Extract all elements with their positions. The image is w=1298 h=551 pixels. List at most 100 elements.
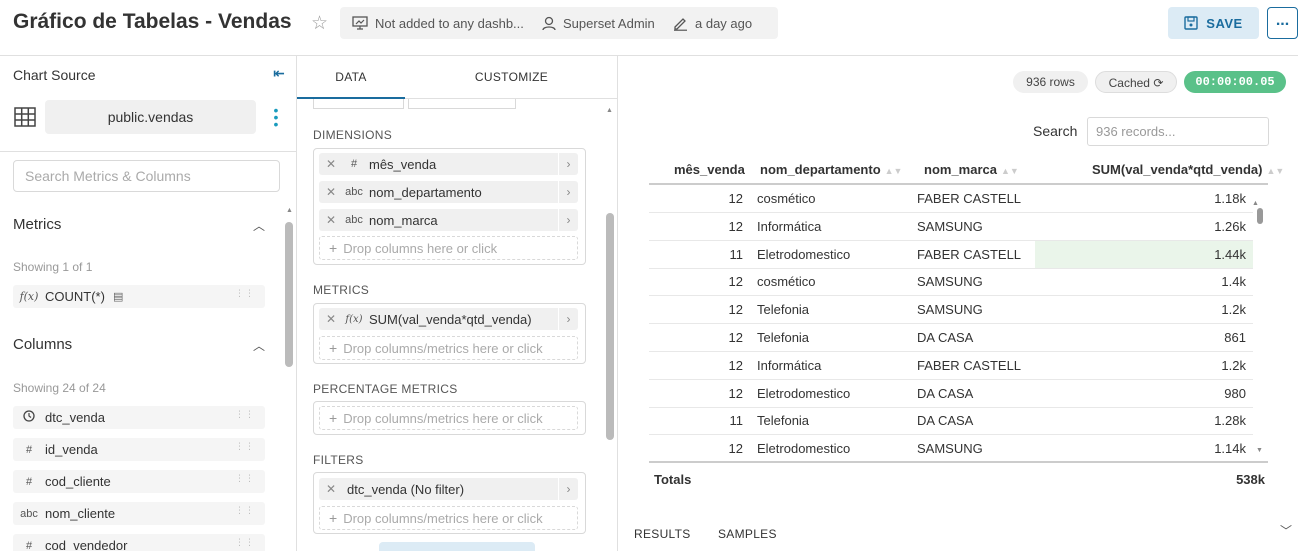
cell-marca: FABER CASTELL [917,191,1022,206]
col-header-marca[interactable]: nom_marca ▲▼ [924,162,1019,177]
favorite-star-icon[interactable]: ☆ [311,12,328,35]
drop-zone-text: Drop columns/metrics here or click [343,410,543,426]
numeric-type-icon: # [25,475,33,488]
collapsed-control [313,99,404,109]
cell-marca: DA CASA [917,385,974,401]
col-header-mes[interactable]: mês_venda [674,162,745,177]
remove-icon[interactable]: ✕ [319,312,343,326]
cell-sum: 1.28k [1214,413,1246,429]
owner-text: Superset Admin [563,15,655,31]
metric-item[interactable]: f(x) COUNT(*) ▤ ⋮⋮ [13,285,265,308]
cell-marca: DA CASA [917,413,974,429]
totals-label: Totals [654,472,692,487]
column-item[interactable]: # cod_vendedor ⋮⋮ [13,534,265,551]
drop-zone[interactable]: + Drop columns here or click [319,236,578,260]
cell-departamento: Telefonia [757,330,810,345]
col-header-departamento[interactable]: nom_departamento ▲▼ [760,162,902,177]
tab-samples[interactable]: SAMPLES [718,527,777,541]
cell-sum: 861 [1224,330,1246,345]
cell-mes: 12 [728,330,743,345]
scroll-up-icon[interactable]: ▲ [606,107,613,114]
column-item[interactable]: dtc_venda ⋮⋮ [13,406,265,429]
datasource-menu-icon[interactable]: • • • [272,103,280,131]
cell-sum: 1.14k [1214,441,1246,457]
column-item[interactable]: # cod_cliente ⋮⋮ [13,470,265,493]
drag-handle-icon[interactable]: ⋮⋮ [235,538,255,547]
cached-text: Cached [1108,76,1150,90]
filter-pill[interactable]: ✕ dtc_venda (No filter) › [319,478,578,500]
left-scrollbar[interactable] [285,222,293,367]
dimension-pill[interactable]: ✕ abc nom_departamento › [319,181,578,203]
chevron-right-icon[interactable]: › [558,209,578,231]
drop-zone[interactable]: + Drop columns/metrics here or click [319,506,578,530]
tab-data[interactable]: DATA [297,56,405,99]
scroll-up-icon[interactable]: ▲ [1252,200,1259,207]
remove-icon[interactable]: ✕ [319,185,343,199]
metric-pill[interactable]: ✕ f(x) SUM(val_venda*qtd_venda) › [319,308,578,330]
results-panel: 936 rows Cached ⟳ 00:00:00.05 Search 936… [618,56,1298,551]
cell-mes: 11 [729,413,744,429]
metric-name: SUM(val_venda*qtd_venda) [369,311,532,327]
mid-scrollbar[interactable] [606,213,614,440]
scroll-down-icon[interactable]: ▼ [1256,447,1263,454]
cell-departamento: Eletrodomestico [757,441,851,457]
remove-icon[interactable]: ✕ [319,213,343,227]
chevron-right-icon[interactable]: › [558,478,578,500]
drop-zone-text: Drop columns/metrics here or click [343,510,543,526]
drag-handle-icon[interactable]: ⋮⋮ [235,506,255,515]
drag-handle-icon[interactable]: ⋮⋮ [235,410,255,419]
collapse-panel-icon[interactable]: ⇤ [273,65,285,82]
table-row: 12 Eletrodomestico DA CASA 980 [649,380,1253,408]
column-item[interactable]: # id_venda ⋮⋮ [13,438,265,461]
run-button[interactable] [379,542,535,551]
owner-info[interactable]: Superset Admin [542,7,655,39]
cell-marca: SAMSUNG [917,218,983,234]
chevron-right-icon[interactable]: › [558,153,578,175]
more-options-button[interactable]: ... [1267,7,1298,39]
drag-handle-icon[interactable]: ⋮⋮ [235,289,255,298]
table-scrollbar[interactable] [1257,208,1263,224]
metric-name: COUNT(*) [45,289,105,304]
chevron-right-icon[interactable]: › [558,181,578,203]
remove-icon[interactable]: ✕ [319,157,343,171]
metrics-section-title: Metrics [13,216,62,233]
remove-icon[interactable]: ✕ [319,482,343,496]
chevron-up-icon[interactable]: ︿ [253,337,265,354]
col-header-text: SUM(val_venda*qtd_venda) [1092,162,1263,177]
dimension-pill[interactable]: ✕ abc nom_marca › [319,209,578,231]
drop-zone[interactable]: + Drop columns/metrics here or click [319,406,578,430]
string-type-icon: abc [345,186,363,198]
drag-handle-icon[interactable]: ⋮⋮ [235,474,255,483]
chevron-down-icon[interactable]: ﹀ [1280,522,1292,539]
drag-handle-icon[interactable]: ⋮⋮ [235,442,255,451]
tab-customize[interactable]: CUSTOMIZE [405,56,618,99]
datasource-name[interactable]: public.vendas [45,100,256,134]
drop-zone[interactable]: + Drop columns/metrics here or click [319,336,578,360]
dimension-pill[interactable]: ✕ # mês_venda › [319,153,578,175]
cached-badge[interactable]: Cached ⟳ [1095,71,1177,93]
string-type-icon: abc [345,214,363,226]
chart-title[interactable]: Gráfico de Tabelas - Vendas [13,10,292,34]
refresh-icon: ⟳ [1153,76,1164,90]
table-row: 12 Telefonia DA CASA 861 [649,324,1253,352]
chevron-right-icon[interactable]: › [558,308,578,330]
scroll-up-icon[interactable]: ▲ [286,207,293,214]
cell-mes: 11 [729,246,744,262]
col-header-sum[interactable]: SUM(val_venda*qtd_venda) ▲▼ [1092,162,1284,177]
cell-mes: 12 [728,357,743,373]
modified-info[interactable]: a day ago [673,7,752,39]
column-item[interactable]: abc nom_cliente ⋮⋮ [13,502,265,525]
save-button[interactable]: SAVE [1168,7,1259,39]
cell-departamento: Informática [757,218,822,234]
filters-label: FILTERS [313,453,364,467]
table-row: 12 Informática SAMSUNG 1.26k [649,213,1253,241]
metrics-box: ✕ f(x) SUM(val_venda*qtd_venda) › + Drop col… [313,303,586,364]
dashboards-info[interactable]: Not added to any dashb... [352,7,524,39]
column-name: dtc_venda [45,410,105,425]
numeric-type-icon: # [25,539,33,551]
user-icon [542,16,556,30]
tab-results[interactable]: RESULTS [634,527,691,541]
search-input[interactable]: Search Metrics & Columns [13,160,280,192]
chevron-up-icon[interactable]: ︿ [253,217,265,234]
table-search-input[interactable]: 936 records... [1087,117,1269,146]
